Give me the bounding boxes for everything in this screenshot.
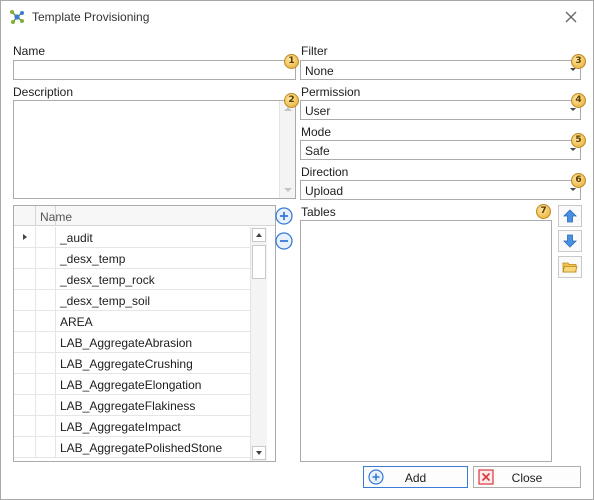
title-bar: Template Provisioning bbox=[1, 1, 593, 33]
table-row[interactable]: LAB_AggregateAbrasion bbox=[14, 332, 250, 353]
table-name-cell: LAB_AggregateElongation bbox=[60, 378, 202, 392]
row-indicator bbox=[14, 290, 36, 311]
filter-dropdown[interactable]: None bbox=[300, 60, 581, 80]
table-name-cell: LAB_AggregateAbrasion bbox=[60, 336, 193, 350]
table-row[interactable]: _desx_temp_soil bbox=[14, 290, 250, 311]
tables-badge: 7 bbox=[536, 204, 551, 219]
table-row[interactable]: AREA bbox=[14, 311, 250, 332]
move-up-button[interactable] bbox=[558, 205, 582, 227]
permission-dropdown[interactable]: User bbox=[300, 100, 581, 120]
filter-value: None bbox=[305, 64, 334, 78]
provisioning-app-icon bbox=[10, 10, 24, 24]
direction-dropdown[interactable]: Upload bbox=[300, 180, 581, 200]
row-indicator bbox=[14, 374, 36, 395]
table-row[interactable]: LAB_AggregateFlakiness bbox=[14, 395, 250, 416]
chevron-down-icon bbox=[570, 188, 576, 191]
grid-rows: _audit _desx_temp _desx_temp_rock _desx_tem… bbox=[14, 227, 250, 458]
table-row[interactable]: _desx_temp bbox=[14, 248, 250, 269]
close-button[interactable]: Close bbox=[473, 466, 581, 488]
table-row[interactable]: _audit bbox=[14, 227, 250, 248]
tables-label: Tables bbox=[301, 205, 336, 219]
description-textarea[interactable] bbox=[13, 100, 296, 199]
table-name-cell: AREA bbox=[60, 315, 93, 329]
row-indicator bbox=[14, 395, 36, 416]
template-provisioning-window: Template Provisioning Name 1 Description… bbox=[0, 0, 594, 500]
permission-badge: 4 bbox=[571, 93, 586, 108]
open-folder-button[interactable] bbox=[558, 256, 582, 278]
table-name-cell: _desx_temp_soil bbox=[60, 294, 151, 308]
mode-value: Safe bbox=[305, 144, 330, 158]
add-button[interactable]: Add bbox=[363, 466, 468, 488]
current-row-icon bbox=[23, 234, 27, 240]
add-table-button[interactable] bbox=[273, 205, 295, 227]
table-row[interactable]: LAB_AggregateElongation bbox=[14, 374, 250, 395]
table-name-cell: _desx_temp bbox=[60, 252, 126, 266]
direction-badge: 6 bbox=[571, 173, 586, 188]
table-row[interactable]: LAB_AggregateCrushing bbox=[14, 353, 250, 374]
move-down-button[interactable] bbox=[558, 230, 582, 252]
row-indicator bbox=[14, 269, 36, 290]
arrow-up-icon bbox=[563, 209, 577, 223]
close-icon bbox=[565, 11, 577, 23]
direction-value: Upload bbox=[305, 184, 344, 198]
description-badge: 2 bbox=[284, 93, 299, 108]
chevron-down-icon bbox=[570, 148, 576, 151]
name-label: Name bbox=[13, 44, 46, 58]
row-indicator bbox=[14, 248, 36, 269]
minus-circle-icon bbox=[275, 232, 293, 250]
row-indicator bbox=[14, 437, 36, 458]
chevron-down-icon bbox=[570, 108, 576, 111]
name-input[interactable] bbox=[13, 60, 296, 80]
row-indicator bbox=[14, 332, 36, 353]
mode-dropdown[interactable]: Safe bbox=[300, 140, 581, 160]
table-name-cell: _audit bbox=[60, 231, 93, 245]
window-title: Template Provisioning bbox=[32, 10, 150, 24]
close-button-label: Close bbox=[511, 471, 543, 485]
table-name-cell: LAB_AggregateFlakiness bbox=[60, 399, 196, 413]
table-row[interactable]: _desx_temp_rock bbox=[14, 269, 250, 290]
mode-label: Mode bbox=[301, 125, 332, 139]
description-scrollbar[interactable] bbox=[279, 101, 295, 198]
mode-badge: 5 bbox=[571, 133, 586, 148]
scroll-up-button[interactable] bbox=[252, 228, 266, 242]
name-badge: 1 bbox=[284, 54, 299, 69]
table-name-cell: LAB_AggregateImpact bbox=[60, 420, 181, 434]
row-indicator bbox=[14, 353, 36, 374]
table-name-cell: LAB_AggregateCrushing bbox=[60, 357, 193, 371]
table-row[interactable]: LAB_AggregateImpact bbox=[14, 416, 250, 437]
filter-badge: 3 bbox=[571, 54, 586, 69]
table-name-cell: _desx_temp_rock bbox=[60, 273, 155, 287]
row-indicator bbox=[14, 416, 36, 437]
add-button-label: Add bbox=[404, 471, 427, 485]
table-name-cell: LAB_AggregatePolishedStone bbox=[60, 441, 223, 455]
selected-tables-list[interactable] bbox=[300, 220, 552, 462]
folder-open-icon bbox=[562, 262, 578, 273]
row-indicator bbox=[14, 227, 36, 248]
grid-header: Name bbox=[14, 206, 275, 226]
row-indicator bbox=[14, 311, 36, 332]
scroll-thumb[interactable] bbox=[252, 245, 266, 279]
arrow-down-icon bbox=[563, 234, 577, 248]
grid-scrollbar[interactable] bbox=[250, 227, 267, 461]
direction-label: Direction bbox=[301, 165, 349, 179]
permission-label: Permission bbox=[301, 85, 361, 99]
close-window-button[interactable] bbox=[557, 3, 585, 31]
scroll-down-button[interactable] bbox=[252, 446, 266, 460]
remove-table-button[interactable] bbox=[273, 230, 295, 252]
table-row[interactable]: LAB_AggregatePolishedStone bbox=[14, 437, 250, 458]
plus-circle-icon bbox=[275, 207, 293, 225]
description-label: Description bbox=[13, 85, 74, 99]
name-column-header[interactable]: Name bbox=[40, 210, 72, 224]
tables-grid[interactable]: Name _audit _desx_temp _desx_temp_rock _des… bbox=[13, 205, 276, 462]
filter-label: Filter bbox=[301, 44, 328, 58]
permission-value: User bbox=[305, 104, 331, 118]
